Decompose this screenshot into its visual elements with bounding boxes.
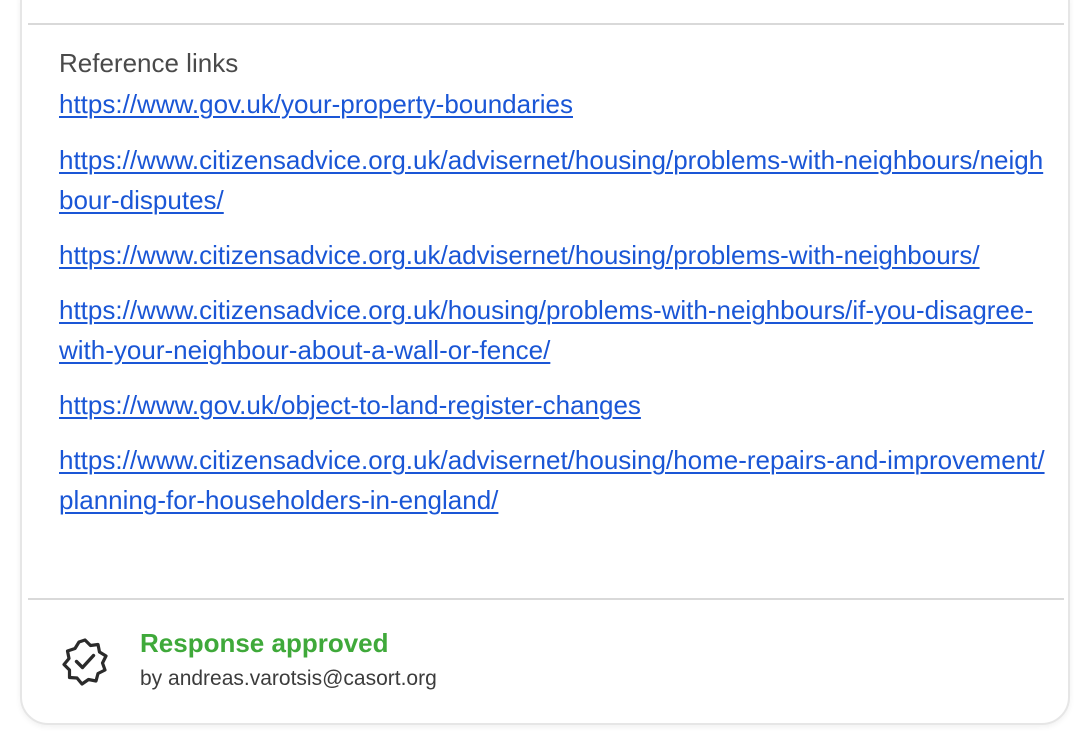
bottom-divider bbox=[28, 598, 1064, 600]
reference-link[interactable]: https://www.citizensadvice.org.uk/advise… bbox=[59, 235, 1049, 275]
reference-link[interactable]: https://www.citizensadvice.org.uk/housin… bbox=[59, 290, 1049, 370]
approved-by-text: by andreas.varotsis@casort.org bbox=[140, 667, 437, 690]
reference-link[interactable]: https://www.citizensadvice.org.uk/advise… bbox=[59, 440, 1049, 520]
reference-link[interactable]: https://www.citizensadvice.org.uk/advise… bbox=[59, 140, 1049, 220]
reference-link[interactable]: https://www.gov.uk/object-to-land-regist… bbox=[59, 385, 1049, 425]
approval-status: Response approved bbox=[140, 628, 389, 658]
reference-links-title: Reference links bbox=[59, 48, 239, 78]
verified-badge-icon bbox=[60, 636, 110, 686]
top-divider bbox=[28, 23, 1064, 25]
reference-link[interactable]: https://www.gov.uk/your-property-boundar… bbox=[59, 84, 1049, 124]
reference-links-section: Reference links https://www.gov.uk/your-… bbox=[59, 44, 1049, 535]
